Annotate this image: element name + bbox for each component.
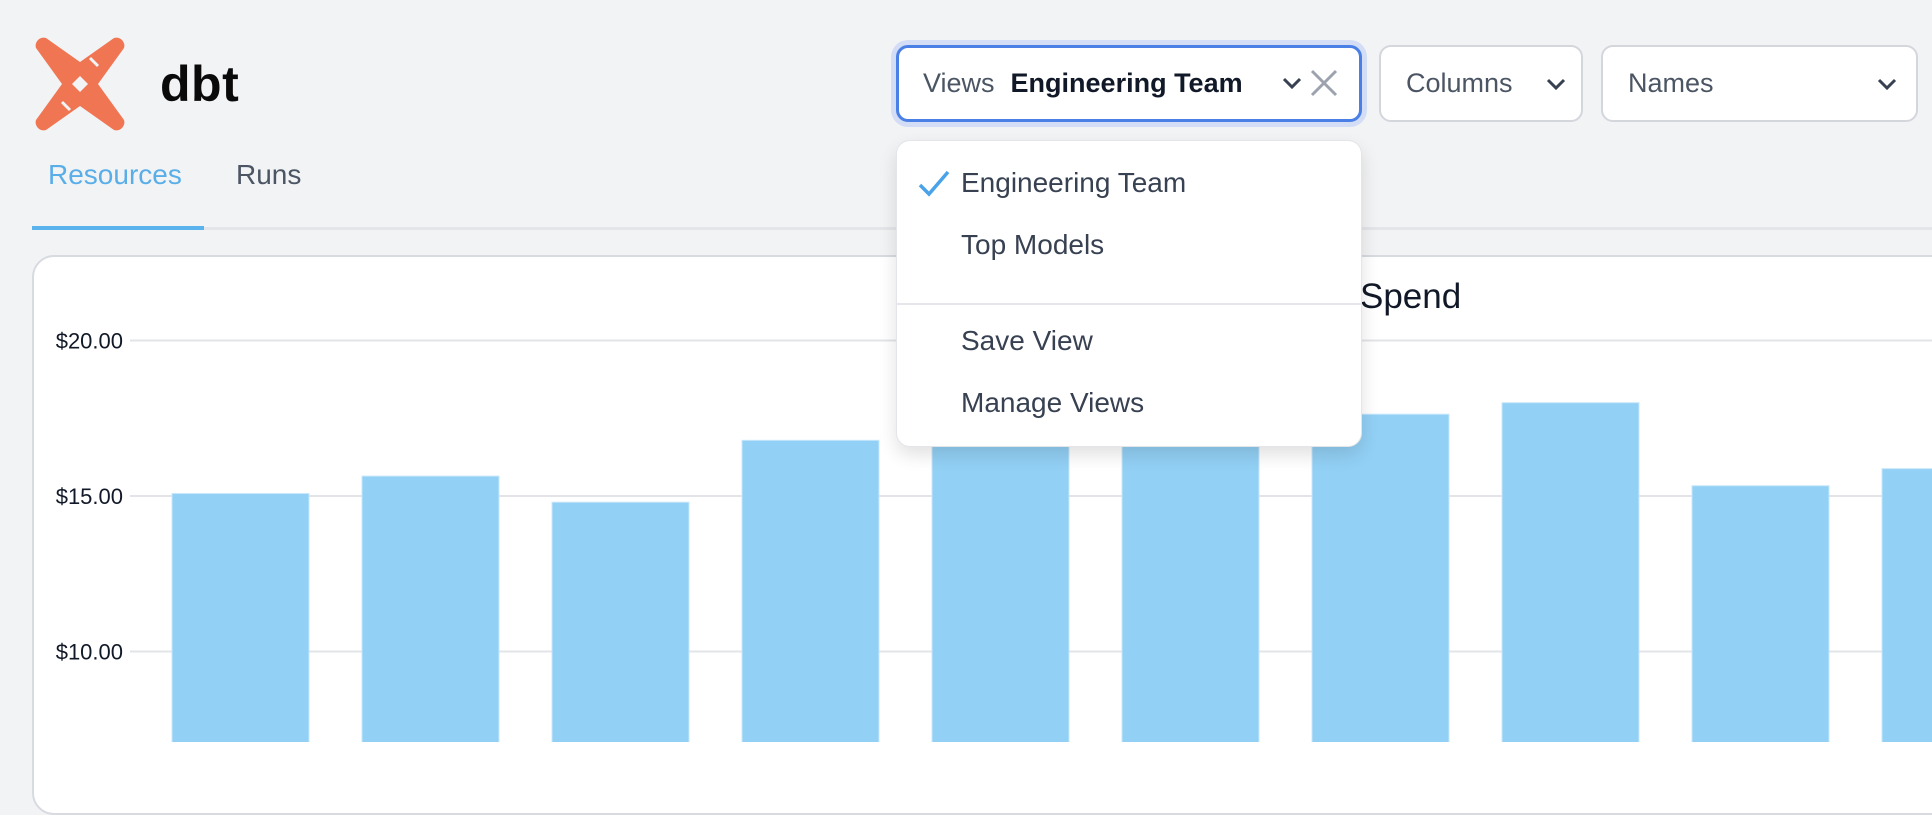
views-dropdown-menu: Engineering Team Top Models Save View Ma… <box>896 140 1362 447</box>
names-select[interactable]: Names <box>1601 45 1918 122</box>
dbt-logo-icon[interactable] <box>32 36 128 132</box>
brand-name: dbt <box>160 56 240 112</box>
menu-item-engineering-team[interactable]: Engineering Team <box>961 163 1186 203</box>
menu-item-save-view[interactable]: Save View <box>961 321 1093 361</box>
chevron-down-icon <box>1876 73 1897 91</box>
menu-item-top-models[interactable]: Top Models <box>961 225 1104 265</box>
tab-runs[interactable]: Runs <box>236 150 301 200</box>
active-tab-indicator <box>32 226 204 230</box>
columns-select-label: Columns <box>1406 68 1513 98</box>
menu-divider <box>897 303 1361 305</box>
checkmark-icon <box>917 169 951 199</box>
views-select[interactable]: Views Engineering Team <box>896 45 1362 122</box>
names-select-label: Names <box>1628 68 1714 98</box>
columns-select[interactable]: Columns <box>1379 45 1583 122</box>
views-select-label: Views <box>923 68 995 98</box>
menu-item-manage-views[interactable]: Manage Views <box>961 383 1144 423</box>
chevron-down-icon <box>1545 73 1566 91</box>
chevron-down-icon[interactable] <box>1281 72 1302 90</box>
views-select-value: Engineering Team <box>1010 68 1243 98</box>
tab-resources[interactable]: Resources <box>48 150 182 200</box>
chart-title: Spend <box>1360 277 1462 316</box>
clear-view-icon[interactable] <box>1307 66 1341 100</box>
